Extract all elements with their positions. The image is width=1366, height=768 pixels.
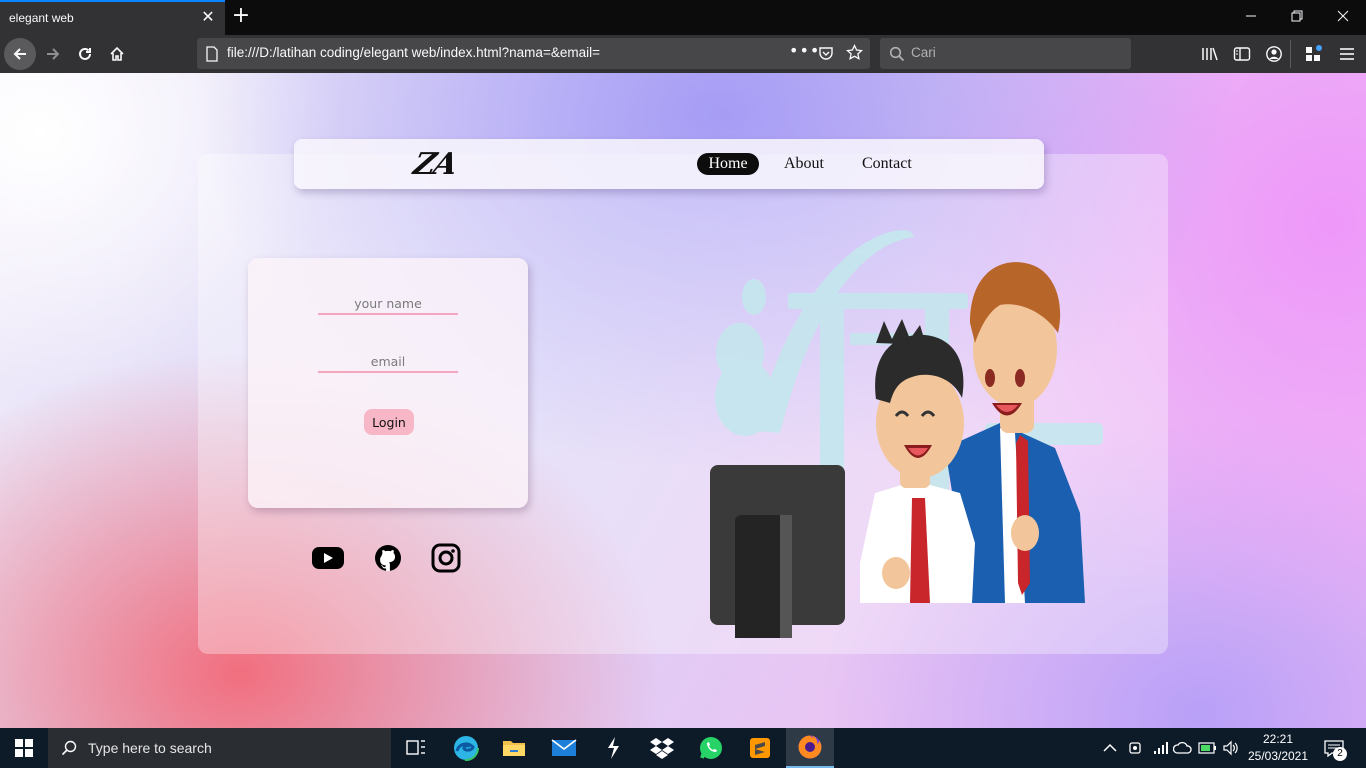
account-icon[interactable]: [1264, 44, 1284, 64]
volume-icon[interactable]: [1220, 738, 1242, 758]
home-button[interactable]: [101, 38, 133, 70]
bookmark-star-icon[interactable]: [846, 44, 863, 61]
firefox-icon[interactable]: [786, 728, 834, 768]
taskbar-search-placeholder: Type here to search: [88, 740, 212, 756]
close-window-icon[interactable]: [1320, 0, 1366, 32]
navigation-toolbar: file:///D:/latihan coding/elegant web/in…: [0, 35, 1366, 73]
minimize-icon[interactable]: [1228, 0, 1274, 32]
edge-icon[interactable]: [442, 728, 490, 768]
login-button[interactable]: Login: [364, 409, 414, 435]
search-placeholder: Cari: [911, 45, 936, 60]
clock-date: 25/03/2021: [1247, 749, 1309, 763]
network-icon[interactable]: [1150, 738, 1172, 758]
mail-icon[interactable]: [540, 728, 588, 768]
pocket-icon[interactable]: [818, 45, 834, 61]
extensions-icon[interactable]: [1303, 44, 1323, 64]
site-logo[interactable]: ZA: [410, 147, 459, 182]
url-text[interactable]: file:///D:/latihan coding/elegant web/in…: [227, 45, 600, 60]
github-icon[interactable]: [370, 543, 406, 573]
back-arrow-icon: [13, 48, 26, 60]
youtube-icon[interactable]: [310, 543, 346, 573]
show-hidden-icons[interactable]: [1100, 738, 1120, 758]
search-icon: [889, 46, 905, 62]
reload-icon: [79, 47, 91, 60]
name-input[interactable]: [318, 293, 458, 315]
app-s-icon[interactable]: [589, 728, 637, 768]
web-page: ZA Home About Contact Login: [0, 73, 1366, 728]
instagram-icon[interactable]: [428, 543, 464, 573]
onedrive-icon[interactable]: [1172, 738, 1194, 758]
windows-logo-icon: [15, 739, 33, 757]
sublime-text-icon[interactable]: [736, 728, 784, 768]
sidebar-icon[interactable]: [1232, 44, 1252, 64]
system-clock[interactable]: 22:21 25/03/2021: [1243, 731, 1313, 765]
forward-button[interactable]: [37, 38, 69, 70]
search-icon: [61, 740, 77, 756]
restore-icon[interactable]: [1274, 0, 1320, 32]
page-icon: [206, 46, 218, 62]
forward-arrow-icon: [47, 48, 60, 60]
notification-count: 2: [1333, 747, 1347, 761]
reload-button[interactable]: [69, 38, 101, 70]
nav-contact-link[interactable]: Contact: [862, 153, 912, 175]
task-view-icon[interactable]: [392, 728, 440, 768]
file-explorer-icon[interactable]: [490, 728, 538, 768]
new-tab-icon[interactable]: +: [229, 4, 253, 30]
menu-icon[interactable]: [1337, 44, 1357, 64]
nav-home-link[interactable]: Home: [697, 153, 759, 175]
office-workers-illustration: [710, 230, 1103, 638]
back-button[interactable]: [4, 38, 36, 70]
nav-about-link[interactable]: About: [784, 153, 824, 175]
tab-strip: elegant web ✕ +: [0, 0, 1366, 35]
library-icon[interactable]: [1200, 44, 1220, 64]
browser-tab[interactable]: elegant web ✕: [0, 0, 225, 35]
clock-time: 22:21: [1262, 732, 1294, 746]
windows-taskbar: Type here to search 22:21 25/03/2021 2: [0, 728, 1366, 768]
meet-now-icon[interactable]: [1125, 738, 1145, 758]
toolbar-divider: [1290, 40, 1291, 68]
login-form: Login: [248, 258, 528, 508]
action-center-button[interactable]: 2: [1318, 736, 1352, 762]
site-navbar: ZA Home About Contact: [294, 139, 1044, 189]
tab-title: elegant web: [9, 11, 74, 25]
start-button[interactable]: [0, 728, 48, 768]
search-bar[interactable]: Cari: [880, 38, 1131, 69]
home-icon: [110, 46, 124, 61]
email-input[interactable]: [318, 351, 458, 373]
whatsapp-icon[interactable]: [687, 728, 735, 768]
tab-close-icon[interactable]: ✕: [198, 7, 218, 27]
page-actions-icon[interactable]: •••: [789, 41, 820, 60]
dropbox-icon[interactable]: [638, 728, 686, 768]
address-bar[interactable]: file:///D:/latihan coding/elegant web/in…: [197, 38, 870, 69]
battery-icon[interactable]: [1197, 738, 1219, 758]
taskbar-search-box[interactable]: Type here to search: [48, 728, 391, 768]
